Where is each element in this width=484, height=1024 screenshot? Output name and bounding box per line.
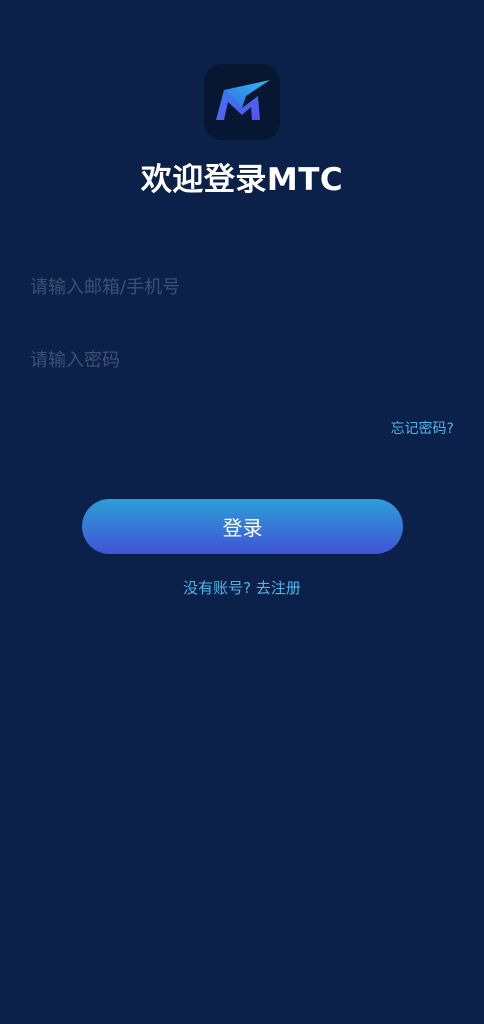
register-link[interactable]: 没有账号? 去注册 [0, 577, 484, 598]
login-button[interactable]: 登录 [82, 499, 403, 554]
forgot-password-link[interactable]: 忘记密码? [391, 418, 454, 438]
email-phone-input[interactable] [30, 267, 454, 307]
mtc-logo-icon [216, 80, 270, 120]
login-screen: 欢迎登录MTC 忘记密码? 登录 没有账号? 去注册 [0, 0, 484, 1024]
app-logo [204, 64, 280, 140]
page-title: 欢迎登录MTC [140, 162, 344, 198]
login-button-label: 登录 [222, 516, 263, 540]
password-input[interactable] [30, 340, 454, 380]
